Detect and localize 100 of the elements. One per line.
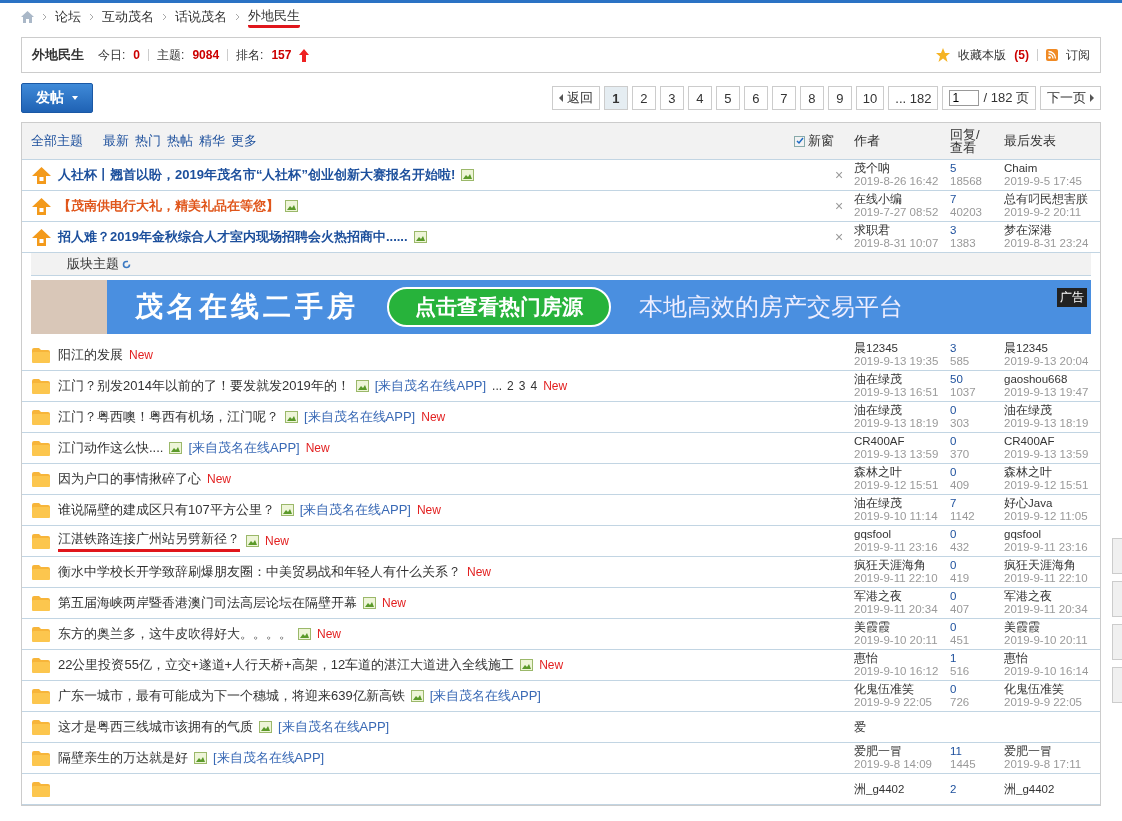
- star-icon[interactable]: [936, 48, 951, 62]
- thread-title-link[interactable]: 谁说隔壁的建成区只有107平方公里？: [58, 501, 275, 519]
- username[interactable]: 惠怡: [1004, 652, 1028, 665]
- username[interactable]: 油在绿茂: [854, 497, 902, 510]
- username[interactable]: 茂个呐: [854, 162, 890, 175]
- filter-tab[interactable]: 全部主题: [31, 132, 83, 150]
- breadcrumb-link[interactable]: 外地民生: [248, 6, 300, 28]
- refresh-icon[interactable]: [122, 259, 131, 269]
- filter-tab[interactable]: 最新: [103, 132, 129, 150]
- thread-title-link[interactable]: 东方的奥兰多，这牛皮吹得好大。。。。: [58, 625, 292, 643]
- side-tab[interactable]: [1112, 581, 1122, 617]
- username[interactable]: CR400AF: [854, 435, 905, 448]
- filter-tab[interactable]: 热帖: [167, 132, 193, 150]
- breadcrumb-link[interactable]: 论坛: [55, 8, 81, 26]
- username[interactable]: gqsfool: [854, 528, 892, 541]
- app-source-link[interactable]: [来自茂名在线APP]: [429, 687, 541, 705]
- filter-tab[interactable]: 更多: [231, 132, 257, 150]
- breadcrumb-link[interactable]: 话说茂名: [175, 8, 227, 26]
- thread-title-link[interactable]: 阳江的发展: [58, 346, 123, 364]
- app-source-link[interactable]: [来自茂名在线APP]: [188, 439, 300, 457]
- username[interactable]: 求职君: [854, 224, 890, 237]
- username[interactable]: 化鬼伍准笑: [1004, 683, 1064, 696]
- username[interactable]: 疯狂天涯海角: [854, 559, 926, 572]
- username[interactable]: 好心Java: [1004, 497, 1053, 510]
- thread-title-link[interactable]: 江门动作这么快....: [58, 439, 164, 457]
- page-number-field[interactable]: 1: [949, 90, 980, 106]
- username[interactable]: 洲_g4402: [1004, 782, 1055, 796]
- username[interactable]: 爱: [854, 720, 866, 734]
- thread-title-link[interactable]: 隔壁亲生的万达就是好: [58, 749, 188, 767]
- thread-title-link[interactable]: 第五届海峡两岸暨香港澳门司法高层论坛在隔壁开幕: [58, 594, 357, 612]
- home-icon[interactable]: [21, 11, 34, 23]
- app-source-link[interactable]: [来自茂名在线APP]: [213, 749, 325, 767]
- username[interactable]: 油在绿茂: [1004, 404, 1052, 417]
- page-button[interactable]: 5: [715, 86, 740, 110]
- thread-title-link[interactable]: 江门？粤西噢！粤西有机场，江门呢？: [58, 408, 279, 426]
- app-source-link[interactable]: [来自茂名在线APP]: [374, 377, 487, 395]
- thread-title-link[interactable]: 这才是粤西三线城市该拥有的气质: [58, 718, 253, 736]
- back-button[interactable]: 返回: [551, 86, 600, 110]
- checkbox[interactable]: [794, 135, 805, 147]
- page-link[interactable]: 2: [507, 379, 514, 393]
- favorite-link[interactable]: 收藏本版: [958, 46, 1007, 64]
- page-button[interactable]: 1: [603, 86, 628, 110]
- filter-tab[interactable]: 热门: [135, 132, 161, 150]
- username[interactable]: 森林之叶: [854, 466, 902, 479]
- thread-title-link[interactable]: 人社杯丨翘首以盼，2019年茂名市“人社杯”创业创新大赛报名开始啦!: [58, 166, 456, 184]
- username[interactable]: 晨12345: [1004, 342, 1048, 355]
- new-post-button[interactable]: 发帖: [21, 83, 93, 113]
- username[interactable]: 惠怡: [854, 652, 878, 665]
- filter-tab[interactable]: 精华: [199, 132, 225, 150]
- page-button[interactable]: 9: [827, 86, 852, 110]
- thread-title-link[interactable]: 招人难？2019年金秋综合人才室内现场招聘会火热招商中......: [58, 228, 408, 246]
- thread-title-link[interactable]: 江门？别发2014年以前的了！要发就发2019年的！: [58, 377, 350, 395]
- username[interactable]: 晨12345: [854, 342, 898, 355]
- username[interactable]: 油在绿茂: [854, 404, 902, 417]
- username[interactable]: 油在绿茂: [854, 373, 902, 386]
- username[interactable]: CR400AF: [1004, 435, 1055, 448]
- page-link[interactable]: ...: [492, 379, 503, 393]
- page-link[interactable]: 4: [530, 379, 538, 393]
- page-button[interactable]: 10: [855, 86, 885, 110]
- username[interactable]: 在线小编: [854, 193, 902, 206]
- username[interactable]: 化鬼伍准笑: [854, 683, 914, 696]
- username[interactable]: 军港之夜: [854, 590, 902, 603]
- thread-title-link[interactable]: 22公里投资55亿，立交+遂道+人行天桥+高架，12车道的湛江大道进入全线施工: [58, 656, 515, 674]
- username[interactable]: 总有叼民想害朕: [1004, 193, 1088, 206]
- subscribe-link[interactable]: 订阅: [1066, 46, 1090, 64]
- side-tab[interactable]: [1112, 624, 1122, 660]
- page-button[interactable]: 6: [743, 86, 768, 110]
- thread-title-link[interactable]: 衡水中学校长开学致辞刷爆朋友圈：中美贸易战和年轻人有什么关系？: [58, 563, 461, 581]
- ad-banner[interactable]: 茂名在线二手房 点击查看热门房源 本地高效的房产交易平台 广告: [31, 280, 1091, 334]
- thread-title-link[interactable]: 【茂南供电行大礼，精美礼品在等您】: [58, 197, 279, 215]
- app-source-link[interactable]: [来自茂名在线APP]: [304, 408, 416, 426]
- username[interactable]: 梦在深港: [1004, 224, 1052, 237]
- username[interactable]: 爱肥一冒: [1004, 745, 1052, 758]
- thread-title-link[interactable]: 广东一城市，最有可能成为下一个穗城，将迎来639亿新高铁: [58, 687, 405, 705]
- username[interactable]: gaoshou668: [1004, 373, 1068, 386]
- rss-icon[interactable]: [1046, 49, 1058, 61]
- username[interactable]: 疯狂天涯海角: [1004, 559, 1076, 572]
- side-tab[interactable]: [1112, 538, 1122, 574]
- page-button[interactable]: 4: [687, 86, 712, 110]
- username[interactable]: 美霞霞: [1004, 621, 1040, 634]
- username[interactable]: 洲_g4402: [854, 782, 905, 796]
- username[interactable]: 森林之叶: [1004, 466, 1052, 479]
- next-page-button[interactable]: 下一页: [1040, 86, 1101, 110]
- username[interactable]: 爱肥一冒: [854, 745, 902, 758]
- app-source-link[interactable]: [来自茂名在线APP]: [299, 501, 411, 519]
- page-button[interactable]: 3: [659, 86, 684, 110]
- side-tab[interactable]: [1112, 667, 1122, 703]
- page-link[interactable]: 3: [518, 379, 526, 393]
- page-button[interactable]: 8: [799, 86, 824, 110]
- username[interactable]: 美霞霞: [854, 621, 890, 634]
- page-button[interactable]: ... 182: [888, 86, 939, 110]
- app-source-link[interactable]: [来自茂名在线APP]: [278, 718, 390, 736]
- page-button[interactable]: 2: [631, 86, 656, 110]
- breadcrumb-link[interactable]: 互动茂名: [102, 8, 154, 26]
- thread-title-link[interactable]: 江湛铁路连接广州站另劈新径？: [58, 530, 240, 552]
- page-button[interactable]: 7: [771, 86, 796, 110]
- username[interactable]: 军港之夜: [1004, 590, 1052, 603]
- username[interactable]: gqsfool: [1004, 528, 1042, 541]
- username[interactable]: Chaim: [1004, 162, 1038, 175]
- thread-title-link[interactable]: 因为户口的事情揪碎了心: [58, 470, 201, 488]
